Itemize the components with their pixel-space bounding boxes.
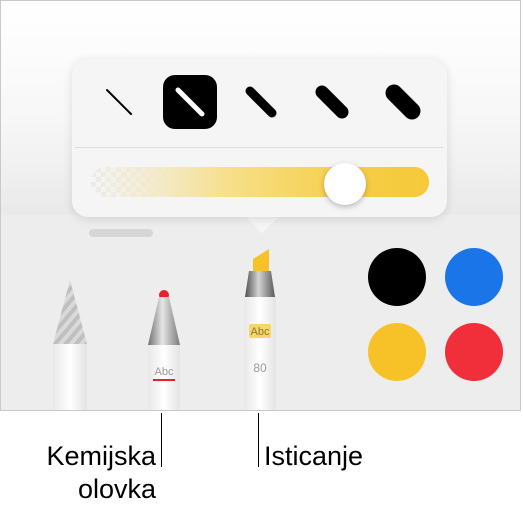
popover-divider — [75, 147, 444, 148]
thicker-line-icon — [315, 85, 349, 119]
highlighter-label-text: Abc — [251, 326, 270, 338]
highlighter-callout-label: Isticanje — [264, 441, 364, 471]
toolbar-drag-handle[interactable] — [89, 229, 153, 237]
opacity-slider-thumb[interactable] — [324, 163, 367, 205]
ballpoint-callout-line2: olovka — [77, 474, 156, 504]
thin-line-icon — [106, 89, 132, 115]
ballpoint-callout-line1: Kemijska — [46, 441, 156, 471]
opacity-checkerboard — [91, 167, 231, 197]
ballpoint-label-text: Abc — [155, 366, 174, 378]
highlighter-callout-line — [258, 413, 259, 467]
thickness-3-button[interactable] — [234, 75, 288, 129]
medium-line-icon — [175, 87, 205, 117]
color-yellow-swatch[interactable] — [368, 323, 426, 381]
opacity-slider[interactable] — [91, 167, 429, 197]
ballpoint-pen-tool[interactable]: Abc — [144, 287, 184, 411]
thickness-2-button[interactable] — [163, 75, 217, 129]
thickest-line-icon — [385, 84, 421, 120]
highlighter-tool[interactable]: Abc 80 — [239, 247, 281, 411]
highlighter-opacity-value: 80 — [253, 361, 267, 375]
thickness-1-button[interactable] — [92, 75, 146, 129]
ballpoint-callout-line — [161, 413, 162, 467]
color-red-swatch[interactable] — [445, 323, 503, 381]
thick-line-icon — [245, 86, 277, 118]
pen-tool[interactable] — [47, 276, 93, 411]
thickness-4-button[interactable] — [305, 75, 359, 129]
thickness-5-button[interactable] — [376, 75, 430, 129]
color-blue-swatch[interactable] — [445, 248, 503, 306]
markup-toolbar-frame: Abc Abc 80 — [0, 0, 521, 411]
ballpoint-callout-label: Kemijska olovka — [40, 440, 156, 506]
color-black-swatch[interactable] — [368, 248, 426, 306]
